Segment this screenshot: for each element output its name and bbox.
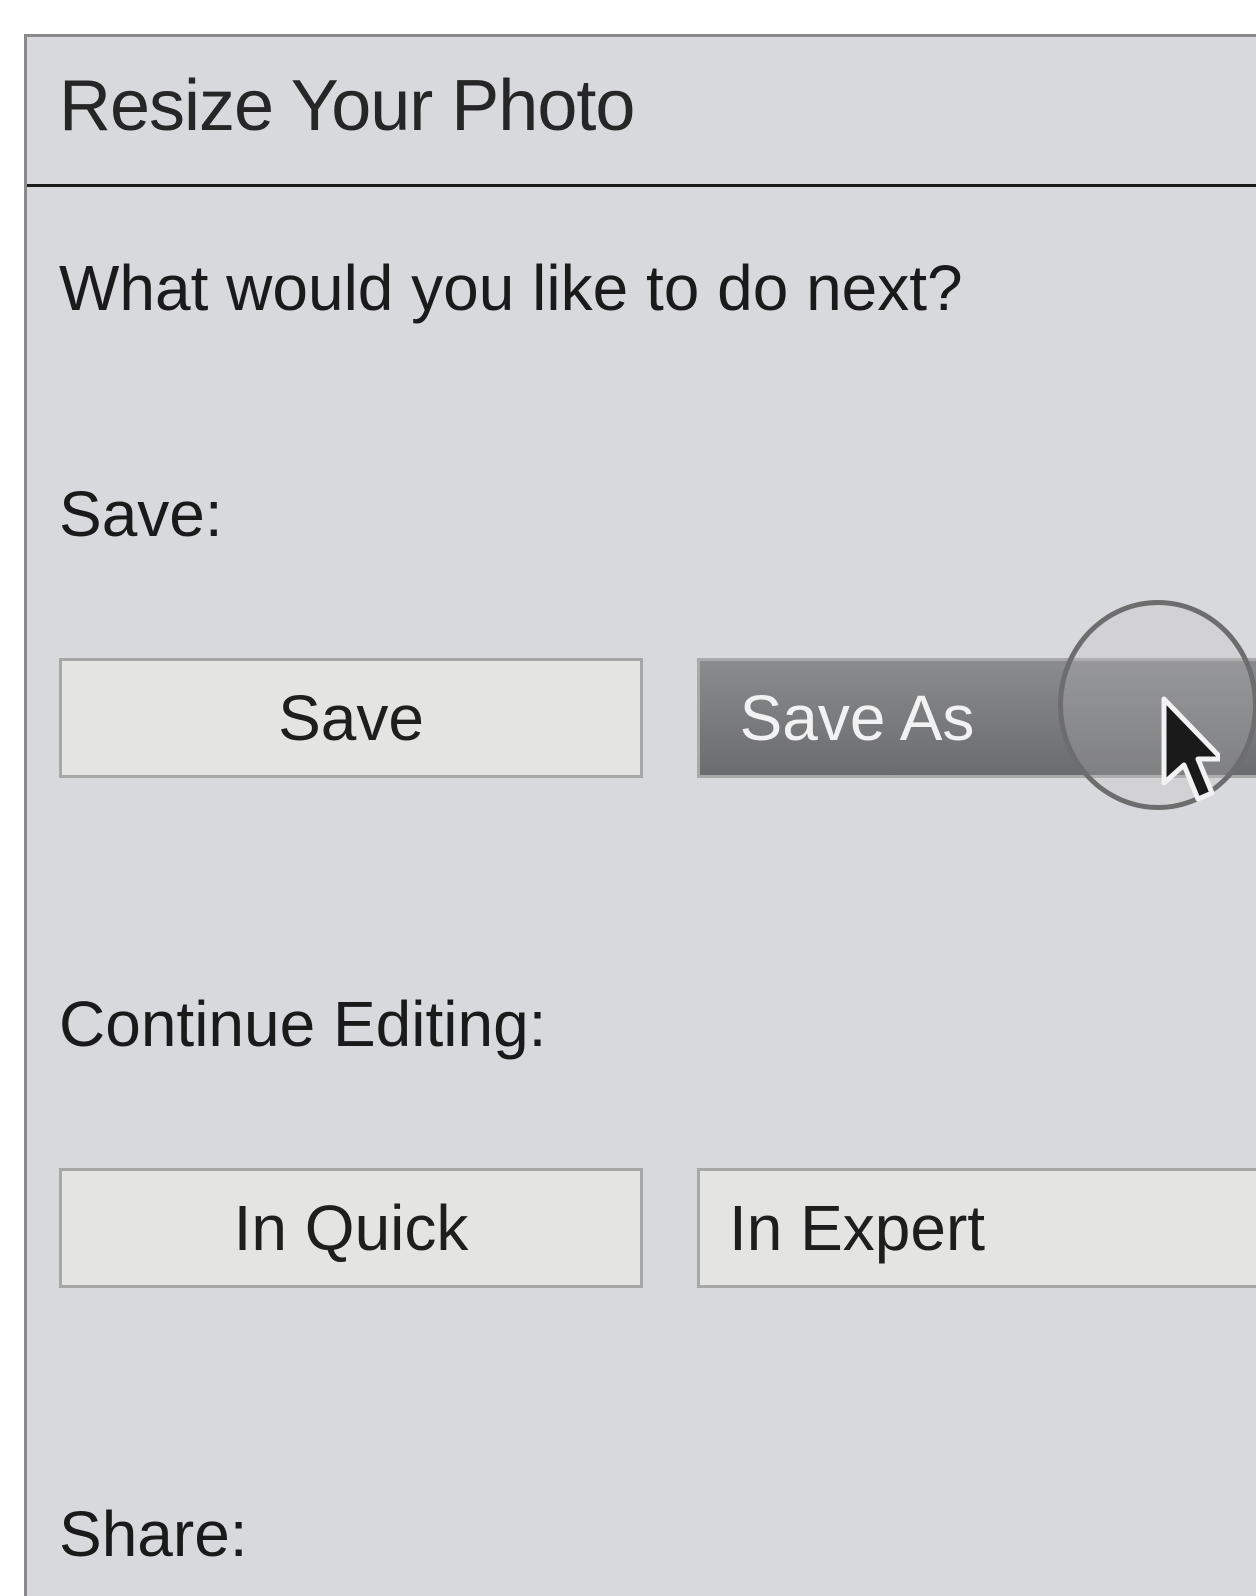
in-quick-button[interactable]: In Quick: [59, 1168, 643, 1288]
panel-title: Resize Your Photo: [59, 66, 635, 146]
arrow-pointer-icon: [1161, 696, 1220, 802]
save-as-button-label: Save As: [739, 682, 975, 754]
share-section-label: Share:: [59, 1498, 248, 1570]
save-section-label: Save:: [59, 478, 223, 550]
save-button-label: Save: [278, 682, 424, 754]
in-quick-button-label: In Quick: [233, 1192, 469, 1264]
in-expert-button-label: In Expert: [728, 1192, 986, 1264]
save-button[interactable]: Save: [59, 658, 643, 778]
click-highlight-ring: [1058, 600, 1256, 810]
next-steps-panel: Resize Your Photo What would you like to…: [24, 34, 1256, 1596]
next-step-prompt: What would you like to do next?: [59, 252, 963, 324]
continue-editing-section-label: Continue Editing:: [59, 988, 547, 1060]
in-expert-button[interactable]: In Expert: [697, 1168, 1256, 1288]
panel-header: Resize Your Photo: [27, 37, 1256, 187]
